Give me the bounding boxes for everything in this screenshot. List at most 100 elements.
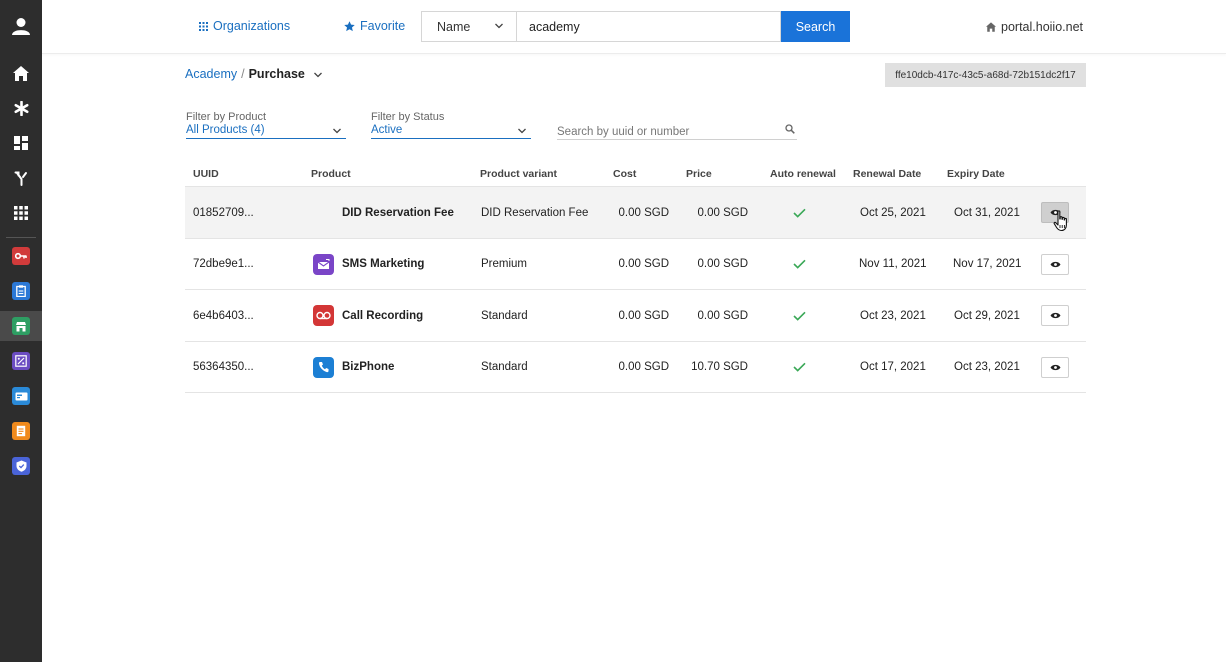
sidebar xyxy=(0,0,42,662)
product-filter-label: Filter by Product xyxy=(186,111,267,123)
sidebar-app-document[interactable] xyxy=(0,416,42,446)
cell-cost: 0.00 SGD xyxy=(618,361,670,373)
cell-auto-renewal xyxy=(793,239,806,290)
percent-app-icon xyxy=(15,355,27,367)
breadcrumb-parent[interactable]: Academy xyxy=(185,67,237,81)
table-row[interactable]: 72dbe9e1... SMS Marketing Premium 0.00 S… xyxy=(185,239,1086,290)
purchases-table: UUID Product Product variant Cost Price … xyxy=(185,160,1086,393)
search-button[interactable]: Search xyxy=(781,11,850,42)
chevron-down-icon[interactable] xyxy=(313,70,323,80)
apps-grid-icon xyxy=(14,206,28,220)
cell-uuid: 6e4b6403... xyxy=(193,309,254,322)
table-row[interactable]: 01852709... DID Reservation Fee DID Rese… xyxy=(185,187,1086,239)
breadcrumb: Academy / Purchase xyxy=(185,67,323,81)
column-header-variant[interactable]: Product variant xyxy=(480,168,557,180)
cell-variant: Standard xyxy=(481,309,528,322)
status-filter-value: Active xyxy=(371,123,531,139)
card-app-icon xyxy=(15,392,27,400)
cell-variant: Standard xyxy=(481,361,528,373)
grid-icon xyxy=(199,21,208,31)
column-header-auto-renewal[interactable]: Auto renewal xyxy=(770,168,836,180)
cell-expiry-date: Oct 29, 2021 xyxy=(954,309,1020,322)
cell-product: BizPhone xyxy=(313,342,394,393)
check-icon xyxy=(793,362,806,372)
cell-actions xyxy=(1041,187,1069,238)
sidebar-item-home[interactable] xyxy=(0,58,42,88)
status-filter[interactable]: Filter by Status Active xyxy=(371,111,531,139)
search-icon[interactable] xyxy=(785,124,795,134)
user-icon xyxy=(12,18,30,35)
product-filter[interactable]: Filter by Product All Products (4) xyxy=(186,111,346,139)
sidebar-app-store[interactable] xyxy=(0,311,42,341)
home-icon xyxy=(986,22,996,32)
sidebar-app-percent[interactable] xyxy=(0,346,42,376)
user-avatar[interactable] xyxy=(0,10,42,42)
eye-icon xyxy=(1050,261,1060,267)
view-button[interactable] xyxy=(1041,356,1069,378)
sidebar-item-dashboard[interactable] xyxy=(0,128,42,158)
sidebar-app-clipboard[interactable] xyxy=(0,276,42,306)
call-recording-icon xyxy=(313,305,334,326)
favorite-link[interactable]: Favorite xyxy=(344,19,405,33)
cell-expiry-date: Oct 31, 2021 xyxy=(954,206,1020,219)
column-header-renewal-date[interactable]: Renewal Date xyxy=(853,168,921,180)
sidebar-app-shield[interactable] xyxy=(0,451,42,481)
search-input[interactable] xyxy=(516,11,781,42)
shield-app-icon xyxy=(16,460,26,472)
key-app-icon xyxy=(15,252,27,260)
table-row[interactable]: 6e4b6403... Call Recording Standard 0.00… xyxy=(185,290,1086,342)
table-row[interactable]: 56364350... BizPhone Standard 0.00 SGD 1… xyxy=(185,342,1086,393)
search-field-select[interactable]: Name xyxy=(421,11,516,42)
cell-uuid: 01852709... xyxy=(193,206,254,219)
cell-expiry-date: Nov 17, 2021 xyxy=(953,258,1022,270)
cell-product-name: SMS Marketing xyxy=(342,258,425,270)
uuid-search xyxy=(557,122,797,140)
column-header-expiry-date[interactable]: Expiry Date xyxy=(947,168,1005,180)
eye-icon xyxy=(1050,312,1060,319)
uuid-search-input[interactable] xyxy=(557,124,772,140)
sidebar-app-key[interactable] xyxy=(0,241,42,271)
cell-variant: DID Reservation Fee xyxy=(481,206,589,219)
favorite-label: Favorite xyxy=(360,19,406,33)
portal-link[interactable]: portal.hoiio.net xyxy=(986,20,1083,34)
sidebar-item-apps[interactable] xyxy=(0,198,42,228)
sidebar-item-routing[interactable] xyxy=(0,163,42,193)
column-header-product[interactable]: Product xyxy=(311,168,351,180)
cell-product-name: BizPhone xyxy=(342,361,395,373)
cell-renewal-date: Oct 25, 2021 xyxy=(860,206,926,219)
view-button[interactable] xyxy=(1041,305,1069,326)
sidebar-item-asterisk[interactable] xyxy=(0,93,42,123)
star-icon xyxy=(344,20,355,31)
product-icon-placeholder xyxy=(313,202,334,223)
view-button[interactable] xyxy=(1041,253,1069,275)
chevron-down-icon xyxy=(495,23,503,29)
organizations-link[interactable]: Organizations xyxy=(199,19,290,33)
home-icon xyxy=(13,65,29,81)
cell-product-name: DID Reservation Fee xyxy=(342,206,454,219)
cell-cost: 0.00 SGD xyxy=(618,258,670,270)
cell-cost: 0.00 SGD xyxy=(618,309,670,322)
view-button[interactable] xyxy=(1041,202,1069,223)
column-header-uuid[interactable]: UUID xyxy=(193,168,219,180)
status-filter-label: Filter by Status xyxy=(371,111,445,123)
cell-variant: Premium xyxy=(481,258,528,270)
chevron-down-icon xyxy=(518,128,526,134)
cell-renewal-date: Nov 11, 2021 xyxy=(859,258,927,270)
eye-icon xyxy=(1050,364,1060,370)
breadcrumb-current: Purchase xyxy=(248,67,305,81)
clipboard-app-icon xyxy=(16,285,26,297)
asterisk-icon xyxy=(13,100,28,116)
table-header: UUID Product Product variant Cost Price … xyxy=(185,160,1086,187)
bizphone-icon xyxy=(313,356,334,378)
cell-uuid: 72dbe9e1... xyxy=(193,258,254,270)
cell-price: 10.70 SGD xyxy=(691,361,748,373)
cell-actions xyxy=(1041,290,1069,341)
cell-actions xyxy=(1041,342,1069,393)
top-bar: Organizations Favorite Name Search porta… xyxy=(42,0,1226,54)
sidebar-app-card[interactable] xyxy=(0,381,42,411)
sms-marketing-icon xyxy=(313,253,334,275)
column-header-cost[interactable]: Cost xyxy=(613,168,636,180)
cell-price: 0.00 SGD xyxy=(697,206,749,219)
cell-uuid: 56364350... xyxy=(193,361,254,373)
column-header-price[interactable]: Price xyxy=(686,168,712,180)
